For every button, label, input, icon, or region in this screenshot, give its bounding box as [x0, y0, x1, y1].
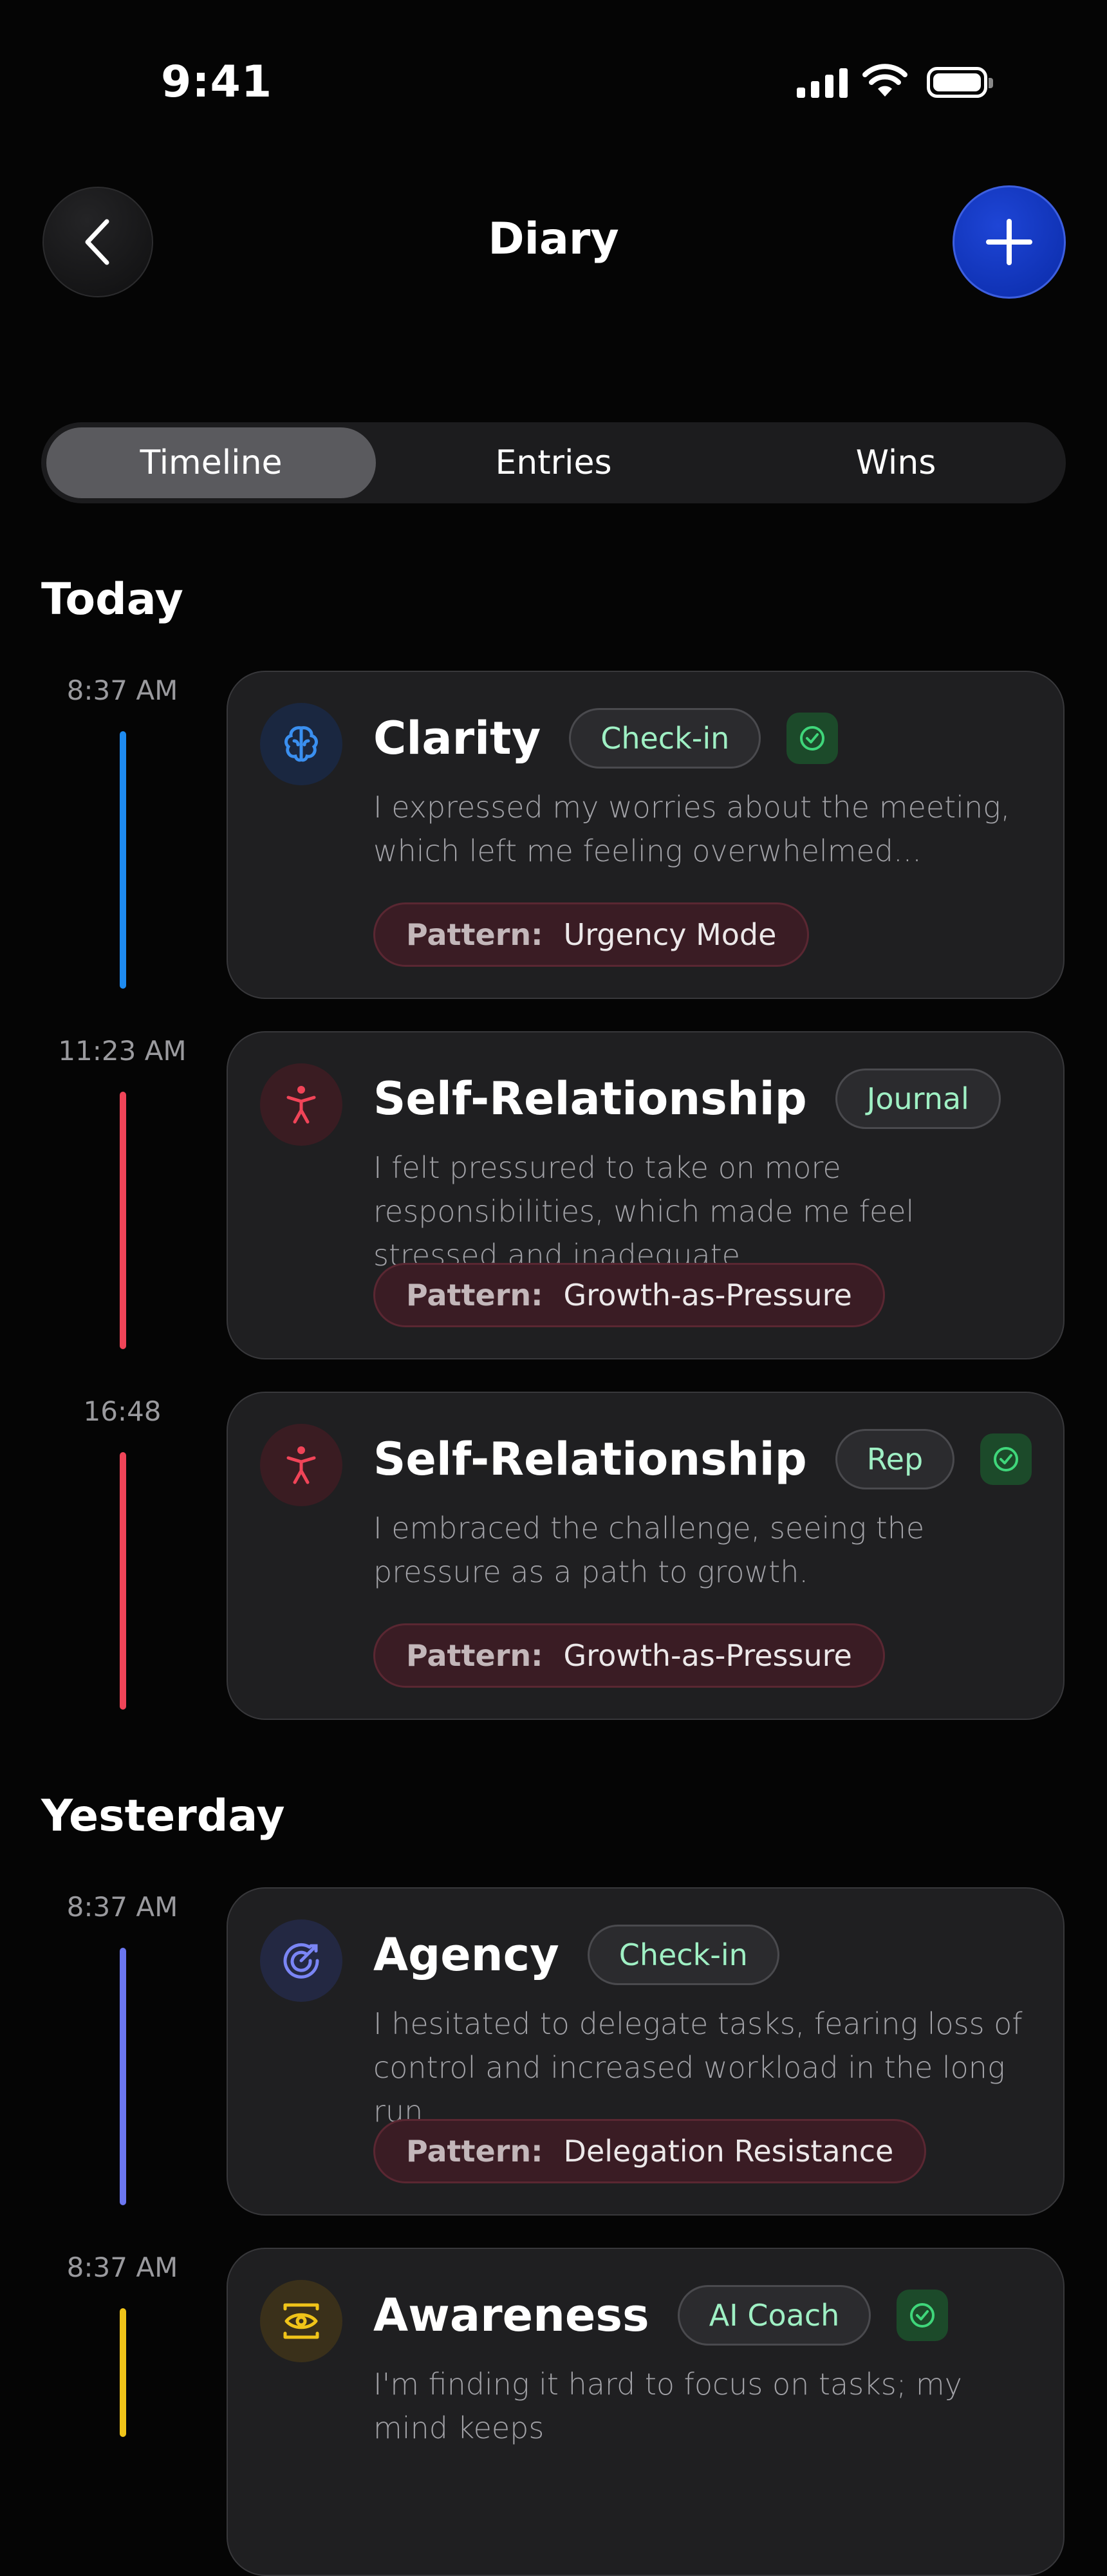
entry-type-badge: Journal: [835, 1069, 1001, 1129]
timeline-bar: [120, 731, 126, 989]
verified-check-icon: [980, 1433, 1032, 1485]
entry-text: I hesitated to delegate tasks, fearing l…: [373, 2006, 1023, 2129]
eye-icon: [260, 2280, 342, 2362]
entry-text: I embraced the challenge, seeing the pre…: [373, 1511, 925, 1589]
pattern-value: Growth-as-Pressure: [563, 1638, 852, 1673]
entry-card[interactable]: Awareness AI Coach I'm finding it hard t…: [227, 2248, 1065, 2576]
entry-time: 8:37 AM: [66, 2252, 178, 2283]
timeline-bar: [120, 1092, 126, 1349]
entry-category: Clarity: [373, 712, 541, 765]
pattern-label: Pattern:: [406, 917, 543, 952]
tab-timeline[interactable]: Timeline: [46, 427, 376, 498]
entry-card[interactable]: Agency Check-in I hesitated to delegate …: [227, 1887, 1065, 2216]
verified-check-icon: [897, 2290, 949, 2341]
entry-type-badge: Check-in: [587, 1925, 779, 1985]
entry-time: 11:23 AM: [58, 1035, 187, 1067]
entry-time: 8:37 AM: [66, 675, 178, 706]
person-icon: [260, 1063, 342, 1146]
tab-wins[interactable]: Wins: [731, 427, 1061, 498]
entry-category: Awareness: [373, 2289, 649, 2342]
person-icon: [260, 1424, 342, 1506]
pattern-value: Growth-as-Pressure: [563, 1278, 852, 1312]
pattern-value: Delegation Resistance: [563, 2134, 894, 2169]
section-heading-today: Today: [41, 574, 183, 625]
entry-card[interactable]: Self-Relationship Rep I embraced the cha…: [227, 1392, 1065, 1720]
entry-text: I'm finding it hard to focus on tasks; m…: [373, 2367, 962, 2445]
pattern-chip: Pattern: Urgency Mode: [373, 902, 810, 967]
battery-icon: [927, 67, 993, 98]
pattern-chip: Pattern: Growth-as-Pressure: [373, 1623, 885, 1688]
entry-time: 16:48: [83, 1395, 162, 1427]
entry-type-badge: AI Coach: [677, 2285, 871, 2346]
entry-type-badge: Rep: [835, 1429, 955, 1489]
status-time: 9:41: [161, 57, 273, 107]
section-heading-yesterday: Yesterday: [41, 1791, 285, 1842]
add-entry-button[interactable]: [953, 185, 1066, 299]
pattern-label: Pattern:: [406, 1278, 543, 1312]
entry-type-badge: Check-in: [569, 708, 761, 769]
pattern-chip: Pattern: Growth-as-Pressure: [373, 1263, 885, 1327]
timeline-bar: [120, 1452, 126, 1710]
verified-check-icon: [786, 713, 839, 764]
target-icon: [260, 1919, 342, 2002]
timeline-bar: [120, 2308, 126, 2437]
view-tabs: Timeline Entries Wins: [41, 422, 1066, 503]
status-bar: 9:41: [0, 0, 1107, 167]
pattern-label: Pattern:: [406, 2134, 543, 2169]
brain-icon: [260, 703, 342, 785]
entry-text: I expressed my worries about the meeting…: [373, 790, 1010, 868]
pattern-value: Urgency Mode: [563, 917, 777, 952]
entry-category: Self-Relationship: [373, 1433, 807, 1486]
pattern-chip: Pattern: Delegation Resistance: [373, 2119, 927, 2183]
plus-icon: [986, 219, 1032, 265]
pattern-label: Pattern:: [406, 1638, 543, 1673]
page-title: Diary: [488, 214, 619, 265]
wifi-icon: [862, 64, 907, 97]
timeline-bar: [120, 1948, 126, 2205]
entry-time: 8:37 AM: [66, 1891, 178, 1923]
entry-text: I felt pressured to take on more respons…: [373, 1150, 915, 1273]
entry-category: Agency: [373, 1928, 559, 1981]
entry-card[interactable]: Clarity Check-in I expressed my worries …: [227, 671, 1065, 999]
cellular-signal-icon: [797, 68, 848, 98]
entry-card[interactable]: Self-Relationship Journal I felt pressur…: [227, 1031, 1065, 1359]
entry-category: Self-Relationship: [373, 1072, 807, 1125]
tab-entries[interactable]: Entries: [389, 427, 718, 498]
